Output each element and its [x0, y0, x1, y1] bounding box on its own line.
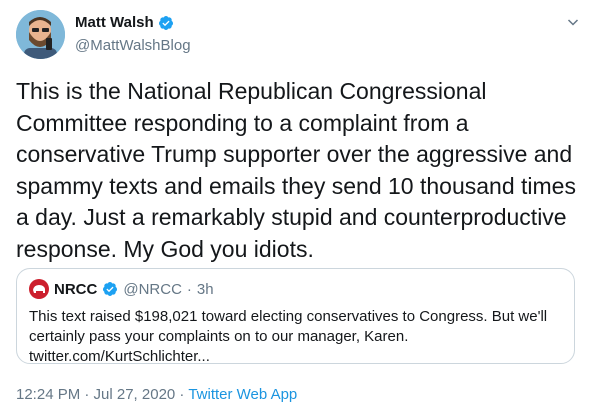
chevron-down-icon[interactable]	[567, 16, 579, 28]
quoted-text-line: certainly pass your complaints on to our…	[29, 328, 409, 345]
quoted-text-line: This text raised $198,021 toward electin…	[29, 308, 548, 325]
tweet-source-link[interactable]: Twitter Web App	[188, 386, 297, 403]
quoted-tweet-header: NRCC @NRCC · 3h	[29, 279, 562, 299]
quoted-tweet-text: This text raised $198,021 toward electin…	[29, 307, 562, 367]
author-name-row: Matt Walsh	[75, 14, 174, 31]
tweet-meta: 12:24 PM · Jul 27, 2020 · Twitter Web Ap…	[16, 386, 297, 403]
tweet-timestamp[interactable]: 12:24 PM · Jul 27, 2020 ·	[16, 386, 188, 403]
quoted-author-name[interactable]: NRCC	[54, 281, 97, 298]
author-name[interactable]: Matt Walsh	[75, 14, 154, 31]
tweet-card: Matt Walsh @MattWalshBlog This is the Na…	[0, 0, 595, 418]
quoted-author-handle[interactable]: @NRCC	[123, 281, 182, 298]
quoted-link[interactable]: twitter.com/KurtSchlichter...	[29, 347, 562, 367]
author-avatar[interactable]	[16, 10, 65, 59]
nrcc-avatar[interactable]	[29, 279, 49, 299]
tweet-text: This is the National Republican Congress…	[16, 78, 576, 262]
verified-badge-icon	[158, 15, 173, 30]
quoted-time[interactable]: 3h	[197, 281, 214, 298]
verified-badge-icon	[103, 282, 118, 296]
quoted-tweet[interactable]: NRCC @NRCC · 3h This text raised $198,02…	[16, 268, 575, 367]
elephant-logo-icon	[33, 285, 45, 293]
quoted-separator: ·	[186, 280, 192, 298]
author-handle[interactable]: @MattWalshBlog	[75, 37, 191, 54]
